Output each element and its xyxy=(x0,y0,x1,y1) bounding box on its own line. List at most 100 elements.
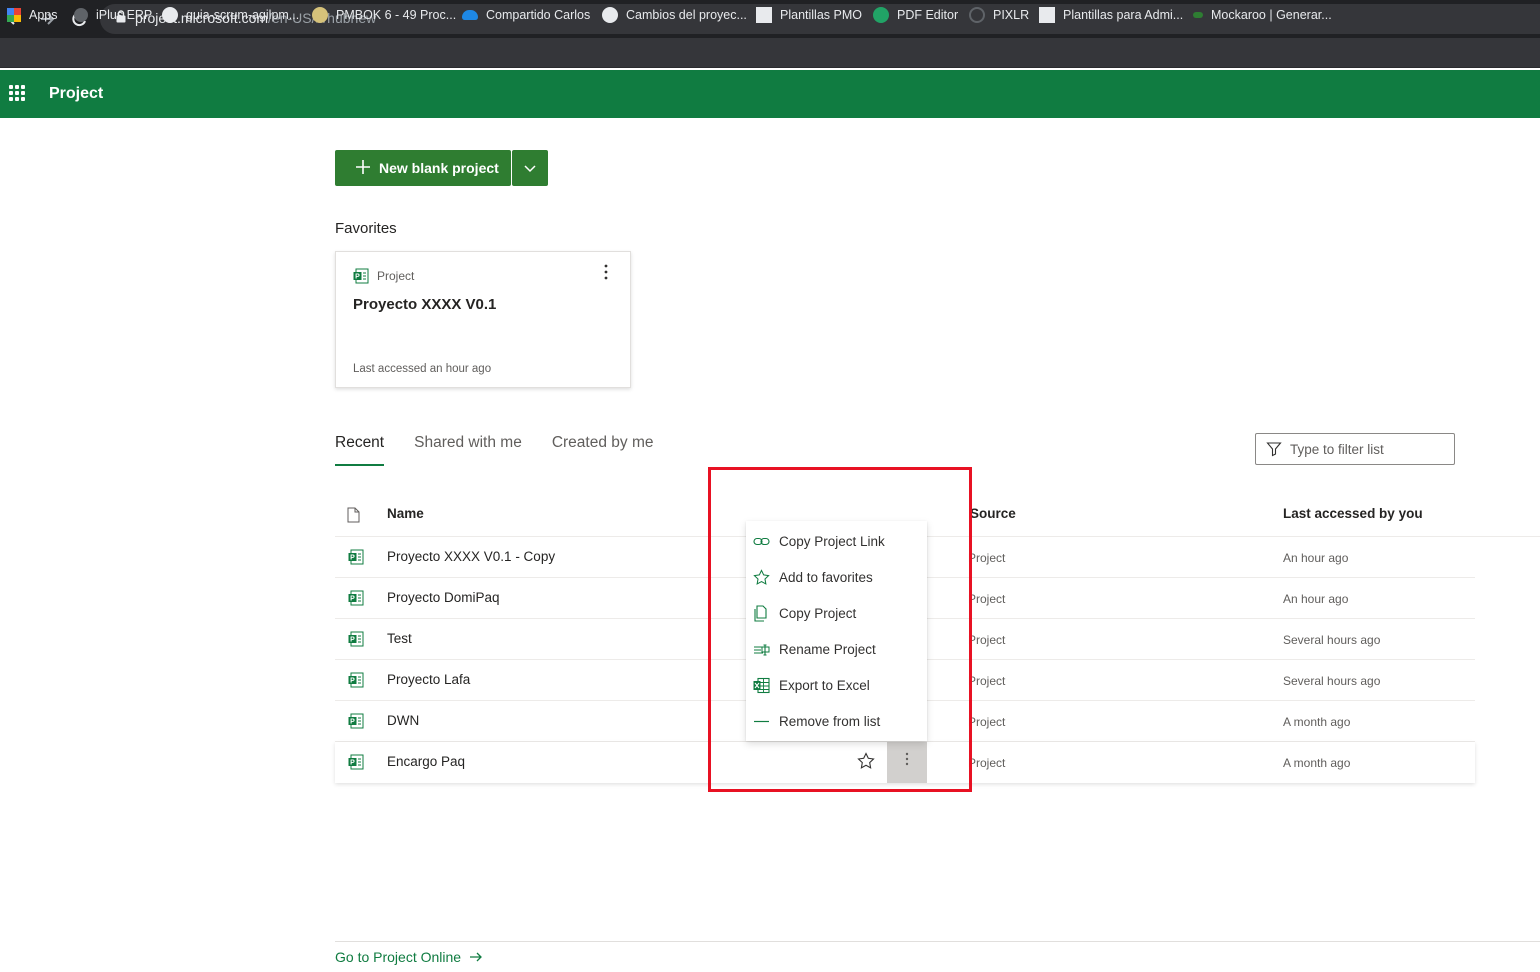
go-to-project-online-link[interactable]: Go to Project Online xyxy=(335,949,483,965)
row-last-accessed: A month ago xyxy=(1283,715,1351,729)
menu-item-remove-from-list[interactable]: Remove from list xyxy=(746,703,927,739)
menu-item-label: Remove from list xyxy=(779,713,881,729)
row-source: Project xyxy=(968,674,1006,688)
row-source: Project xyxy=(968,551,1006,565)
bookmark-plantillas-admi[interactable]: Plantillas para Admi... xyxy=(1039,6,1183,24)
menu-item-label: Copy Project xyxy=(779,605,857,621)
menu-item-add-to-favorites[interactable]: Add to favorites xyxy=(746,559,927,595)
row-source: Project xyxy=(968,715,1006,729)
bookmark-label: Plantillas PMO xyxy=(780,8,862,22)
file-type-icon xyxy=(347,507,360,523)
bookmark-pmbok[interactable]: PMBOK 6 - 49 Proc... xyxy=(312,6,456,24)
qr-icon xyxy=(756,7,772,23)
row-source: Project xyxy=(968,592,1006,606)
more-options-icon[interactable] xyxy=(598,264,614,284)
more-options-icon xyxy=(905,752,909,766)
pixlr-icon xyxy=(969,7,985,23)
bookmark-label: iPlus ERP xyxy=(96,8,153,22)
row-last-accessed: An hour ago xyxy=(1283,592,1349,606)
app-title[interactable]: Project xyxy=(49,85,103,103)
bookmark-guia-scrum[interactable]: guia-scrum-agilpm... xyxy=(162,6,299,24)
rename-icon xyxy=(754,643,770,656)
favorite-project-name[interactable]: Proyecto XXXX V0.1 xyxy=(353,296,496,313)
menu-item-export-to-excel[interactable]: Export to Excel xyxy=(746,667,927,703)
bookmark-pdf-editor[interactable]: PDF Editor xyxy=(873,6,958,24)
row-last-accessed: Several hours ago xyxy=(1283,674,1381,688)
menu-item-label: Add to favorites xyxy=(779,569,873,585)
project-file-icon: P xyxy=(353,268,369,284)
project-file-icon: P xyxy=(348,713,364,729)
header-source[interactable]: Source xyxy=(970,506,1016,521)
project-file-icon: P xyxy=(348,631,364,647)
favorite-card[interactable]: P Project Proyecto XXXX V0.1 Last access… xyxy=(335,251,631,388)
row-name[interactable]: DWN xyxy=(387,713,419,728)
row-name[interactable]: Proyecto Lafa xyxy=(387,672,470,687)
filter-icon xyxy=(1266,442,1282,457)
app-launcher-icon[interactable] xyxy=(9,85,25,101)
new-blank-project-button[interactable]: New blank project xyxy=(335,150,511,186)
menu-item-copy-project-link[interactable]: Copy Project Link xyxy=(746,523,927,559)
new-project-dropdown-button[interactable] xyxy=(512,150,548,186)
favorite-star-icon[interactable] xyxy=(856,752,876,772)
row-name[interactable]: Encargo Paq xyxy=(387,754,465,769)
bookmark-cambios[interactable]: Cambios del proyec... xyxy=(602,6,747,24)
header-name[interactable]: Name xyxy=(387,506,424,521)
leaf-icon xyxy=(1193,12,1203,18)
context-menu: Copy Project Link Add to favorites Copy … xyxy=(746,521,927,741)
row-name[interactable]: Proyecto DomiPaq xyxy=(387,590,500,605)
go-to-project-online-label: Go to Project Online xyxy=(335,949,462,965)
link-icon xyxy=(753,537,770,545)
excel-icon xyxy=(753,677,770,693)
chevron-down-icon xyxy=(524,165,536,173)
bookmark-label: Mockaroo | Generar... xyxy=(1211,8,1332,22)
row-name[interactable]: Test xyxy=(387,631,412,646)
bookmark-apps[interactable]: Apps xyxy=(7,6,58,24)
filter-input[interactable]: Type to filter list xyxy=(1255,433,1455,465)
tab-recent[interactable]: Recent xyxy=(335,432,385,466)
bookmark-plantillas-pmo[interactable]: Plantillas PMO xyxy=(756,6,862,24)
project-file-icon: P xyxy=(348,549,364,565)
copy-icon xyxy=(754,604,767,622)
pdf-editor-icon xyxy=(873,7,889,23)
bookmarks-bar xyxy=(0,38,1540,68)
tab-created-by-me[interactable]: Created by me xyxy=(552,432,654,466)
arrow-right-icon xyxy=(470,952,482,962)
row-last-accessed: Several hours ago xyxy=(1283,633,1381,647)
svg-text:P: P xyxy=(350,637,355,644)
menu-item-copy-project[interactable]: Copy Project xyxy=(746,595,927,631)
menu-item-label: Export to Excel xyxy=(779,677,870,693)
bookmark-label: PIXLR xyxy=(993,8,1030,22)
project-file-icon: P xyxy=(348,672,364,688)
table-row-selected[interactable]: P Encargo Paq Project A month ago xyxy=(335,742,1475,783)
onedrive-icon xyxy=(462,10,478,20)
apps-grid-icon xyxy=(7,8,21,22)
plus-icon xyxy=(355,158,371,178)
row-name[interactable]: Proyecto XXXX V0.1 - Copy xyxy=(387,549,555,564)
row-source: Project xyxy=(968,756,1006,770)
wordpress-icon xyxy=(602,7,618,23)
svg-text:P: P xyxy=(350,596,355,603)
row-last-accessed: A month ago xyxy=(1283,756,1351,770)
menu-item-label: Copy Project Link xyxy=(779,533,885,549)
svg-text:P: P xyxy=(350,719,355,726)
menu-item-label: Rename Project xyxy=(779,641,876,657)
header-last-accessed[interactable]: Last accessed by you xyxy=(1283,506,1423,521)
menu-item-rename-project[interactable]: Rename Project xyxy=(746,631,927,667)
new-blank-project-label: New blank project xyxy=(379,160,499,176)
bookmark-iplus[interactable]: iPlus ERP xyxy=(74,6,152,24)
bookmark-label: Cambios del proyec... xyxy=(626,8,747,22)
table-header: Name Source Last accessed by you xyxy=(335,495,1540,537)
tab-shared-with-me[interactable]: Shared with me xyxy=(414,432,522,466)
globe-icon xyxy=(162,7,178,23)
bookmark-label: PDF Editor xyxy=(897,8,959,22)
link-icon xyxy=(74,8,88,22)
filter-placeholder: Type to filter list xyxy=(1290,441,1384,457)
app-header xyxy=(0,70,1540,118)
bookmark-mockaroo[interactable]: Mockaroo | Generar... xyxy=(1193,6,1332,24)
bookmark-compartido[interactable]: Compartido Carlos xyxy=(462,6,590,24)
row-more-options-button[interactable] xyxy=(887,742,927,783)
project-file-icon: P xyxy=(348,590,364,606)
favorites-heading: Favorites xyxy=(335,220,397,237)
svg-text:P: P xyxy=(355,274,360,281)
bookmark-pixlr[interactable]: PIXLR xyxy=(969,6,1029,24)
